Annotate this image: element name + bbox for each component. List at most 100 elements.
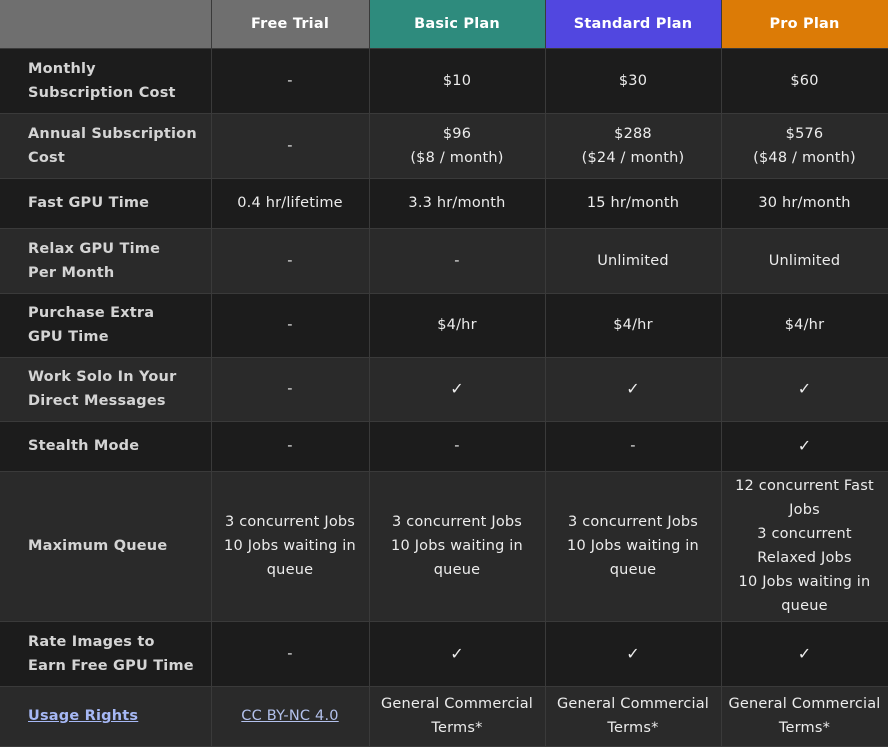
row-label-line: Cost bbox=[28, 149, 65, 166]
cell-basic-plan: - bbox=[369, 228, 546, 294]
row-purchase-extra-gpu-time: Purchase Extra GPU Time - $4/hr $4/hr $4… bbox=[0, 293, 888, 358]
license-link[interactable]: CC BY-NC 4.0 bbox=[218, 704, 363, 728]
cell-text: Unlimited bbox=[597, 252, 669, 269]
cell-free-trial: 3 concurrent Jobs 10 Jobs waiting in que… bbox=[211, 471, 370, 622]
cell-text: ($24 / month) bbox=[581, 149, 685, 166]
cell-text: - bbox=[287, 317, 293, 333]
cell-pro-plan: Unlimited bbox=[721, 228, 888, 294]
cell-basic-plan: $10 bbox=[369, 48, 546, 114]
row-label: Relax GPU Time Per Month bbox=[0, 228, 212, 294]
row-maximum-queue: Maximum Queue 3 concurrent Jobs 10 Jobs … bbox=[0, 471, 888, 622]
cell-text: - bbox=[287, 438, 293, 454]
plan-header-pro-plan: Pro Plan bbox=[721, 0, 888, 49]
row-monthly-subscription-cost: Monthly Subscription Cost - $10 $30 $60 bbox=[0, 48, 888, 114]
row-work-solo-dm: Work Solo In Your Direct Messages - ✓ ✓ … bbox=[0, 357, 888, 422]
row-relax-gpu-time: Relax GPU Time Per Month - - Unlimited U… bbox=[0, 228, 888, 294]
cell-free-trial: CC BY-NC 4.0 bbox=[211, 686, 370, 747]
cell-standard-plan: $4/hr bbox=[545, 293, 722, 358]
cell-basic-plan: 3.3 hr/month bbox=[369, 178, 546, 229]
cell-pro-plan: ✓ bbox=[721, 421, 888, 472]
cell-text: $576 bbox=[785, 125, 824, 142]
cell-text: - bbox=[454, 438, 460, 454]
row-label-line: Subscription Cost bbox=[28, 84, 176, 101]
row-label-line: Annual Subscription bbox=[28, 125, 197, 142]
cell-text: - bbox=[287, 137, 293, 154]
row-label-line: Maximum Queue bbox=[28, 538, 168, 554]
cell-text: - bbox=[287, 252, 293, 269]
cell-text: General Commercial bbox=[556, 696, 710, 712]
usage-rights-link[interactable]: Usage Rights bbox=[28, 704, 205, 728]
row-label: Maximum Queue bbox=[0, 471, 212, 622]
cell-text: - bbox=[630, 438, 636, 454]
cell-text: 30 hr/month bbox=[758, 195, 851, 211]
cell-text: 3 concurrent Jobs bbox=[567, 514, 699, 530]
cell-text: queue bbox=[266, 562, 314, 578]
cell-text: ($8 / month) bbox=[410, 149, 504, 166]
cell-text: 3 concurrent bbox=[757, 526, 852, 542]
cell-text: - bbox=[287, 645, 293, 662]
cell-free-trial: - bbox=[211, 293, 370, 358]
row-label-line: GPU Time bbox=[28, 329, 109, 345]
row-label-line: Per Month bbox=[28, 264, 115, 281]
cell-text: $96 bbox=[442, 125, 472, 142]
cell-pro-plan: $4/hr bbox=[721, 293, 888, 358]
check-icon: ✓ bbox=[450, 379, 464, 398]
cell-text: 10 Jobs waiting in bbox=[391, 538, 523, 554]
cell-pro-plan: $60 bbox=[721, 48, 888, 114]
cell-standard-plan: ✓ bbox=[545, 621, 722, 687]
cell-free-trial: - bbox=[211, 621, 370, 687]
cell-text: 3 concurrent Jobs bbox=[391, 514, 523, 530]
cell-free-trial: - bbox=[211, 113, 370, 179]
cell-standard-plan: General Commercial Terms* bbox=[545, 686, 722, 747]
cell-basic-plan: ✓ bbox=[369, 621, 546, 687]
cell-text: queue bbox=[433, 562, 481, 578]
header-corner-cell bbox=[0, 0, 212, 49]
cell-text: Terms* bbox=[607, 720, 659, 736]
cell-text: 12 concurrent Fast bbox=[735, 478, 874, 494]
cell-pro-plan: 30 hr/month bbox=[721, 178, 888, 229]
row-label: Work Solo In Your Direct Messages bbox=[0, 357, 212, 422]
cell-text: ($48 / month) bbox=[753, 149, 856, 166]
cell-text: General Commercial bbox=[728, 696, 881, 712]
cell-basic-plan: $4/hr bbox=[369, 293, 546, 358]
cell-text: 10 Jobs waiting in bbox=[738, 574, 871, 590]
row-annual-subscription-cost: Annual Subscription Cost - $96 ($8 / mon… bbox=[0, 113, 888, 179]
cell-basic-plan: General Commercial Terms* bbox=[369, 686, 546, 747]
row-label: Usage Rights bbox=[0, 686, 212, 747]
cell-free-trial: - bbox=[211, 421, 370, 472]
cell-basic-plan: - bbox=[369, 421, 546, 472]
check-icon: ✓ bbox=[797, 643, 812, 663]
cell-free-trial: - bbox=[211, 357, 370, 422]
cell-free-trial: 0.4 hr/lifetime bbox=[211, 178, 370, 229]
cell-standard-plan: $288 ($24 / month) bbox=[545, 113, 722, 179]
cell-text: 10 Jobs waiting in bbox=[567, 538, 699, 554]
check-icon: ✓ bbox=[797, 436, 812, 455]
row-label-line: Monthly bbox=[28, 60, 96, 77]
cell-text: Terms* bbox=[431, 720, 483, 736]
cell-text: - bbox=[454, 252, 460, 269]
row-label-line: Work Solo In Your bbox=[28, 369, 177, 385]
cell-standard-plan: - bbox=[545, 421, 722, 472]
row-label: Fast GPU Time bbox=[0, 178, 212, 229]
cell-standard-plan: $30 bbox=[545, 48, 722, 114]
check-icon: ✓ bbox=[626, 379, 640, 398]
check-icon: ✓ bbox=[626, 643, 640, 663]
cell-text: $288 bbox=[614, 125, 652, 142]
cell-text: 0.4 hr/lifetime bbox=[237, 195, 343, 211]
cell-text: $10 bbox=[442, 72, 472, 89]
cell-text: queue bbox=[609, 562, 657, 578]
plan-comparison-table: Free Trial Basic Plan Standard Plan Pro … bbox=[0, 0, 888, 747]
cell-text: $30 bbox=[618, 72, 648, 89]
cell-text: 15 hr/month bbox=[586, 195, 680, 211]
cell-text: queue bbox=[781, 598, 828, 614]
cell-pro-plan: ✓ bbox=[721, 621, 888, 687]
row-label: Rate Images to Earn Free GPU Time bbox=[0, 621, 212, 687]
cell-text: Unlimited bbox=[768, 252, 841, 269]
header-row: Free Trial Basic Plan Standard Plan Pro … bbox=[0, 0, 888, 49]
cell-standard-plan: 3 concurrent Jobs 10 Jobs waiting in que… bbox=[545, 471, 722, 622]
cell-pro-plan: 12 concurrent Fast Jobs 3 concurrent Rel… bbox=[721, 471, 888, 622]
row-label-line: Direct Messages bbox=[28, 393, 166, 409]
cell-text: Relaxed Jobs bbox=[757, 550, 852, 566]
cell-standard-plan: Unlimited bbox=[545, 228, 722, 294]
cell-basic-plan: ✓ bbox=[369, 357, 546, 422]
